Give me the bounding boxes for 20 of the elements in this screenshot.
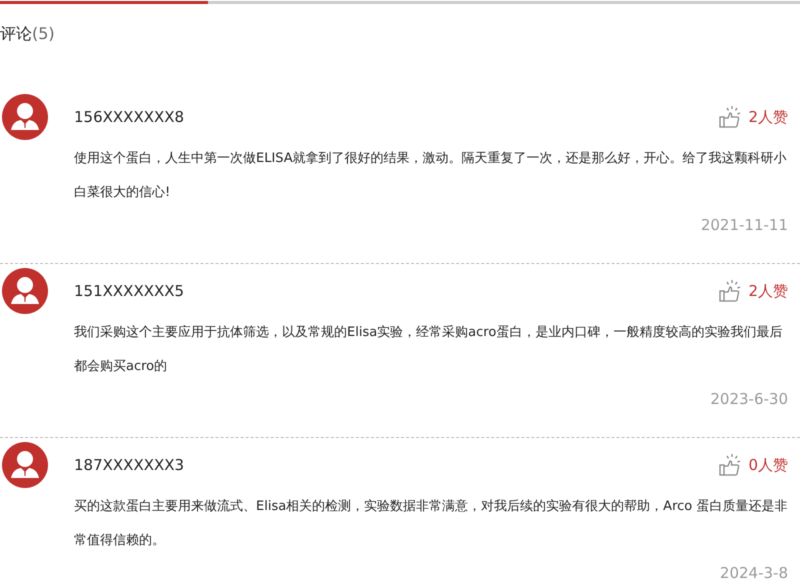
like-button[interactable]: 2人赞 (718, 105, 788, 129)
like-button[interactable]: 2人赞 (718, 279, 788, 303)
thumbs-up-icon (718, 453, 742, 477)
avatar-icon (2, 268, 48, 314)
like-button[interactable]: 0人赞 (718, 453, 788, 477)
comment-date: 2024-3-8 (720, 564, 788, 582)
comment-text: 买的这款蛋白主要用来做流式、Elisa相关的检测，实验数据非常满意，对我后续的实验有很大的帮助，Arco 蛋白质量还是非常值得信赖的。 (74, 498, 788, 550)
username: 151XXXXXXX5 (74, 280, 184, 302)
avatar-icon (2, 94, 48, 140)
section-title: 评论 (0, 24, 32, 43)
avatar-icon (2, 442, 48, 488)
thumbs-up-icon (718, 105, 742, 129)
username: 156XXXXXXX8 (74, 106, 184, 128)
username: 187XXXXXXX3 (74, 454, 184, 476)
comment-date: 2023-6-30 (710, 390, 788, 408)
comment-date: 2021-11-11 (700, 216, 788, 234)
thumbs-up-icon (718, 279, 742, 303)
comment-text: 我们采购这个主要应用于抗体筛选，以及常规的Elisa实验，经常采购acro蛋白，是业内口碑，一般精度较高的实验我们最后都会购买acro的 (74, 324, 784, 376)
comment-text: 使用这个蛋白，人生中第一次做ELISA就拿到了很好的结果，激动。隔天重复了一次，还是那么好，开心。给了我这颗科研小白菜很大的信心! (74, 150, 788, 202)
comment-count: (5) (32, 24, 55, 43)
